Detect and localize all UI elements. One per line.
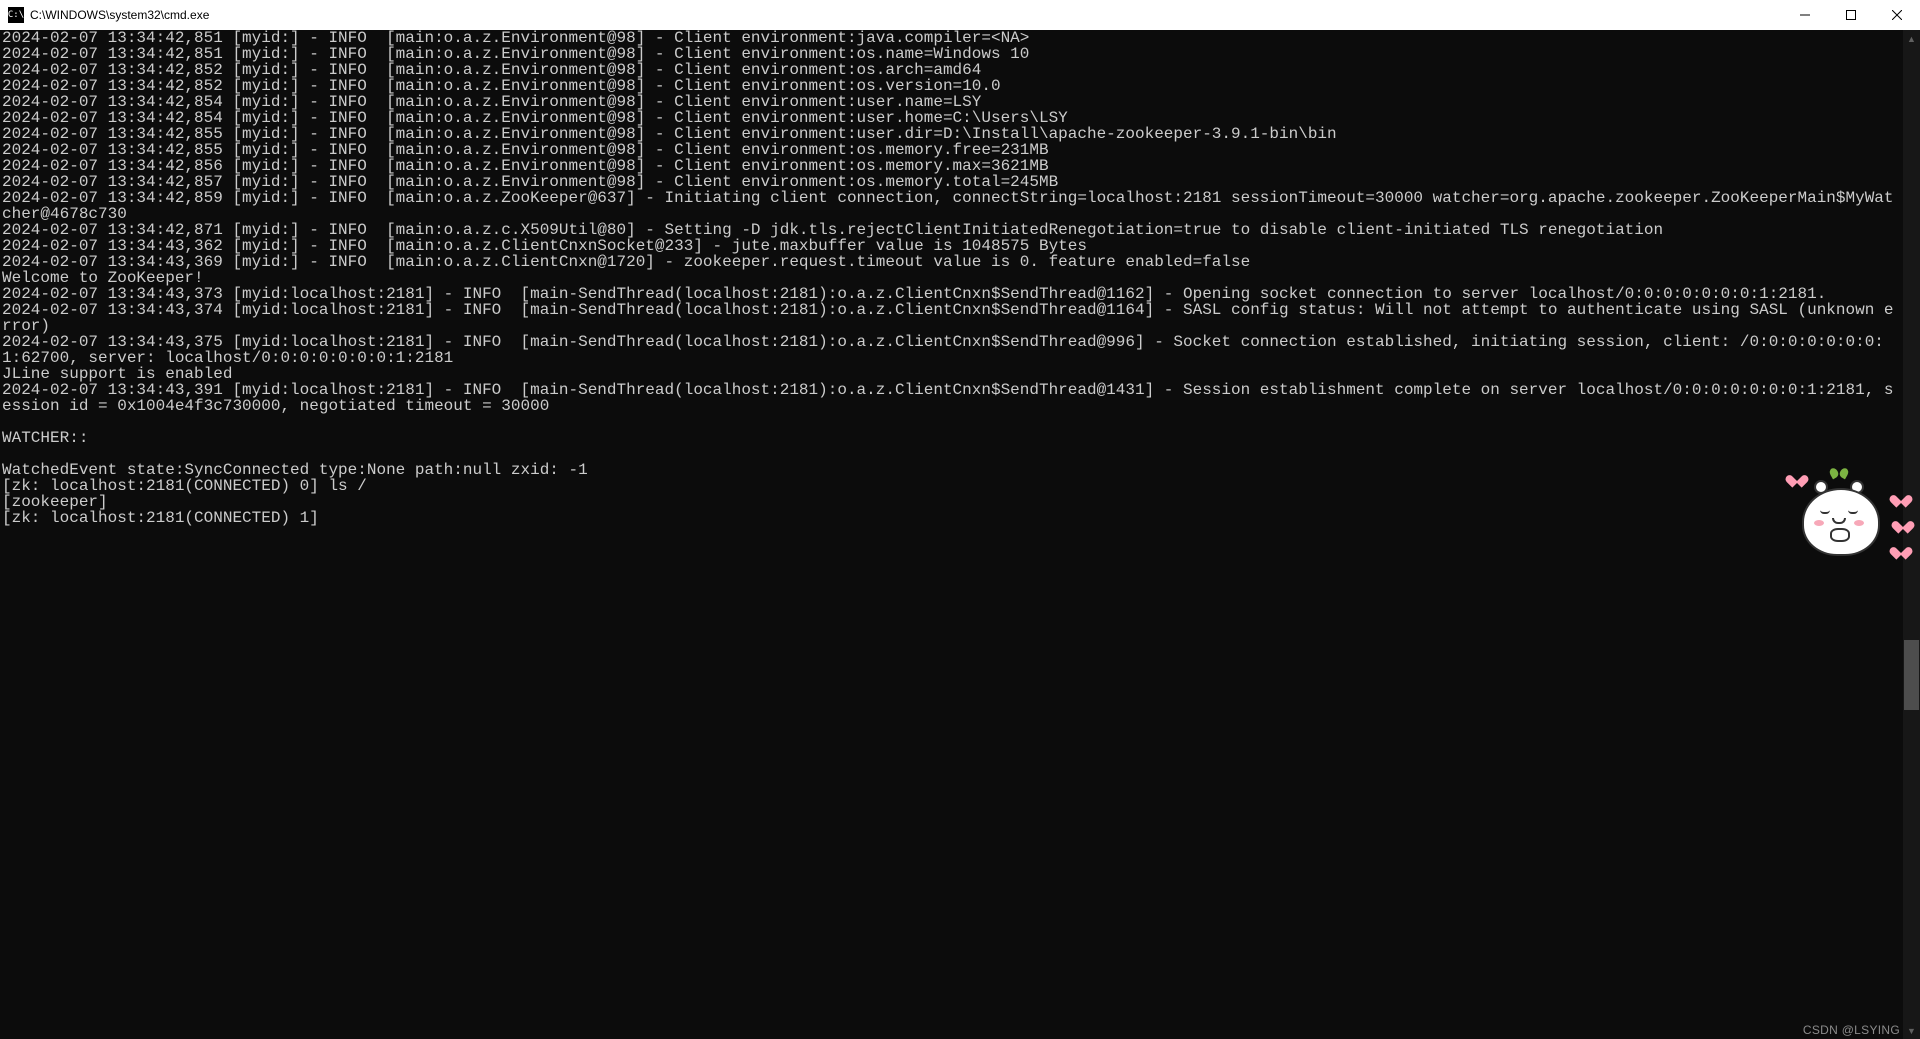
scroll-up-arrow[interactable]: ▲ — [1903, 30, 1920, 47]
watermark-text: CSDN @LSYING — [1803, 1023, 1900, 1037]
terminal-container: 2024-02-07 13:34:42,851 [myid:] - INFO [… — [0, 30, 1920, 1039]
minimize-button[interactable] — [1782, 0, 1828, 30]
cmd-icon: C:\ — [8, 7, 24, 23]
maximize-button[interactable] — [1828, 0, 1874, 30]
window-title: C:\WINDOWS\system32\cmd.exe — [30, 8, 1782, 22]
window-titlebar: C:\ C:\WINDOWS\system32\cmd.exe — [0, 0, 1920, 30]
terminal-output[interactable]: 2024-02-07 13:34:42,851 [myid:] - INFO [… — [0, 30, 1903, 1039]
window-controls — [1782, 0, 1920, 30]
scrollbar-thumb[interactable] — [1904, 640, 1919, 710]
close-button[interactable] — [1874, 0, 1920, 30]
vertical-scrollbar[interactable]: ▲ ▼ — [1903, 30, 1920, 1039]
scroll-down-arrow[interactable]: ▼ — [1903, 1022, 1920, 1039]
